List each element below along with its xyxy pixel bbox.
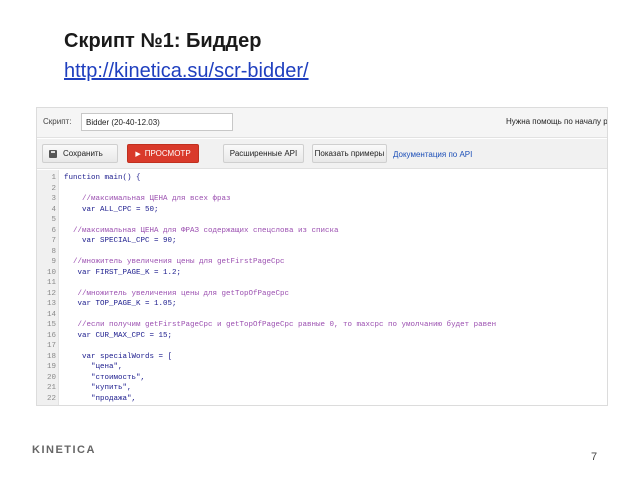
line-number: 2 — [51, 184, 56, 193]
line-number: 19 — [46, 363, 56, 371]
api-docs-link[interactable]: Документация по API — [393, 150, 472, 159]
code-line: 3 //максимальная ЦЕНА для всех фраз — [37, 194, 607, 205]
script-name-label: Скрипт: — [43, 117, 72, 126]
code-text: var SPECIAL_CPC = 90; — [64, 237, 177, 245]
code-text: "продажа", — [64, 394, 137, 403]
play-icon: ▶ — [135, 150, 141, 158]
code-line: 7 var SPECIAL_CPC = 90; — [37, 236, 607, 247]
code-line: 19 "цена", — [37, 362, 607, 373]
line-number: 7 — [51, 237, 56, 245]
code-line: 20 "стоимость", — [37, 373, 607, 384]
code-text: "стоимость", — [64, 373, 146, 382]
line-number: 9 — [51, 258, 56, 266]
preview-button-label: ПРОСМОТР — [144, 149, 191, 158]
line-number: 15 — [46, 321, 56, 329]
code-line: 13 var TOP_PAGE_K = 1.05; — [37, 299, 607, 310]
script-editor-screenshot: Скрипт: Нужна помощь по началу р Сохрани… — [36, 107, 608, 406]
preview-button[interactable]: ▶ ПРОСМОТР — [127, 144, 199, 163]
code-line: 1 function main() { — [37, 173, 607, 184]
code-line: 21 "купить", — [37, 383, 607, 394]
code-text: "заказ", — [64, 404, 127, 405]
line-number: 20 — [46, 373, 56, 382]
line-number: 14 — [46, 310, 56, 319]
show-examples-button[interactable]: Показать примеры — [312, 144, 387, 163]
code-text: var CUR_MAX_CPC = 15; — [64, 331, 173, 340]
script-name-input[interactable] — [81, 113, 233, 131]
line-number: 18 — [46, 352, 56, 361]
code-line: 14 — [37, 310, 607, 321]
slide-link[interactable]: http://kinetica.su/scr-bidder/ — [64, 60, 309, 83]
line-number: 1 — [51, 174, 56, 182]
code-line: 22 "продажа", — [37, 394, 607, 405]
code-line: 11 — [37, 278, 607, 289]
line-number: 12 — [46, 289, 56, 298]
line-number: 3 — [51, 195, 56, 203]
line-number: 6 — [51, 226, 56, 235]
line-number: 8 — [51, 247, 56, 256]
editor-toolbar: Сохранить ▶ ПРОСМОТР Расширенные API Пок… — [37, 139, 607, 169]
code-line: 16 var CUR_MAX_CPC = 15; — [37, 331, 607, 342]
save-button[interactable]: Сохранить — [42, 144, 118, 163]
page-number: 7 — [591, 451, 598, 463]
line-number: 23 — [37, 404, 56, 405]
help-link[interactable]: Нужна помощь по началу р — [506, 117, 607, 126]
code-line: 2 — [37, 184, 607, 195]
code-comment: //максимальная ЦЕНА для ФРАЗ содержащих … — [64, 226, 339, 235]
code-text: var TOP_PAGE_K = 1.05; — [64, 300, 177, 308]
line-number: 16 — [46, 331, 56, 340]
line-number: 22 — [46, 394, 56, 403]
code-text: function main() { — [64, 174, 141, 182]
line-number: 5 — [51, 216, 56, 224]
code-comment: //множитель увеличения цены для getTopOf… — [64, 289, 290, 298]
code-line: 4 var ALL_CPC = 50; — [37, 205, 607, 216]
code-comment: //если получим getFirstPageCpc и getTopO… — [64, 321, 497, 329]
code-text: var ALL_CPC = 50; — [64, 205, 159, 214]
line-number: 17 — [46, 342, 56, 350]
code-text: "цена", — [64, 363, 123, 371]
slide-title: Скрипт №1: Биддер — [64, 30, 262, 52]
code-line: 6 //максимальная ЦЕНА для ФРАЗ содержащи… — [37, 226, 607, 237]
code-line: 23 "заказ", — [37, 404, 607, 405]
line-number: 4 — [51, 205, 56, 214]
save-button-label: Сохранить — [63, 149, 103, 158]
code-comment: //максимальная ЦЕНА для всех фраз — [64, 195, 231, 203]
script-header-bar: Скрипт: Нужна помощь по началу р — [37, 108, 607, 138]
line-number: 21 — [46, 384, 56, 392]
code-line: 15 //если получим getFirstPageCpc и getT… — [37, 320, 607, 331]
code-line: 5 — [37, 215, 607, 226]
code-line: 9 //множитель увеличения цены для getFir… — [37, 257, 607, 268]
code-editor[interactable]: 1 function main() {2 3 //максимальная ЦЕНА… — [37, 170, 607, 405]
code-comment: //множитель увеличения цены для getFirst… — [64, 258, 285, 266]
code-text: var specialWords = [ — [64, 352, 173, 361]
save-icon — [49, 149, 57, 158]
code-text: "купить", — [64, 384, 132, 392]
code-line: 18 var specialWords = [ — [37, 352, 607, 363]
code-line: 17 — [37, 341, 607, 352]
code-line: 8 — [37, 247, 607, 258]
line-number: 13 — [46, 300, 56, 308]
code-line: 12 //множитель увеличения цены для getTo… — [37, 289, 607, 300]
line-number: 11 — [46, 279, 56, 287]
code-text: var FIRST_PAGE_K = 1.2; — [64, 268, 182, 277]
code-line: 10 var FIRST_PAGE_K = 1.2; — [37, 268, 607, 279]
line-number: 10 — [46, 268, 56, 277]
kinetica-logo: KINETICA — [32, 444, 96, 456]
advanced-api-button[interactable]: Расширенные API — [223, 144, 304, 163]
